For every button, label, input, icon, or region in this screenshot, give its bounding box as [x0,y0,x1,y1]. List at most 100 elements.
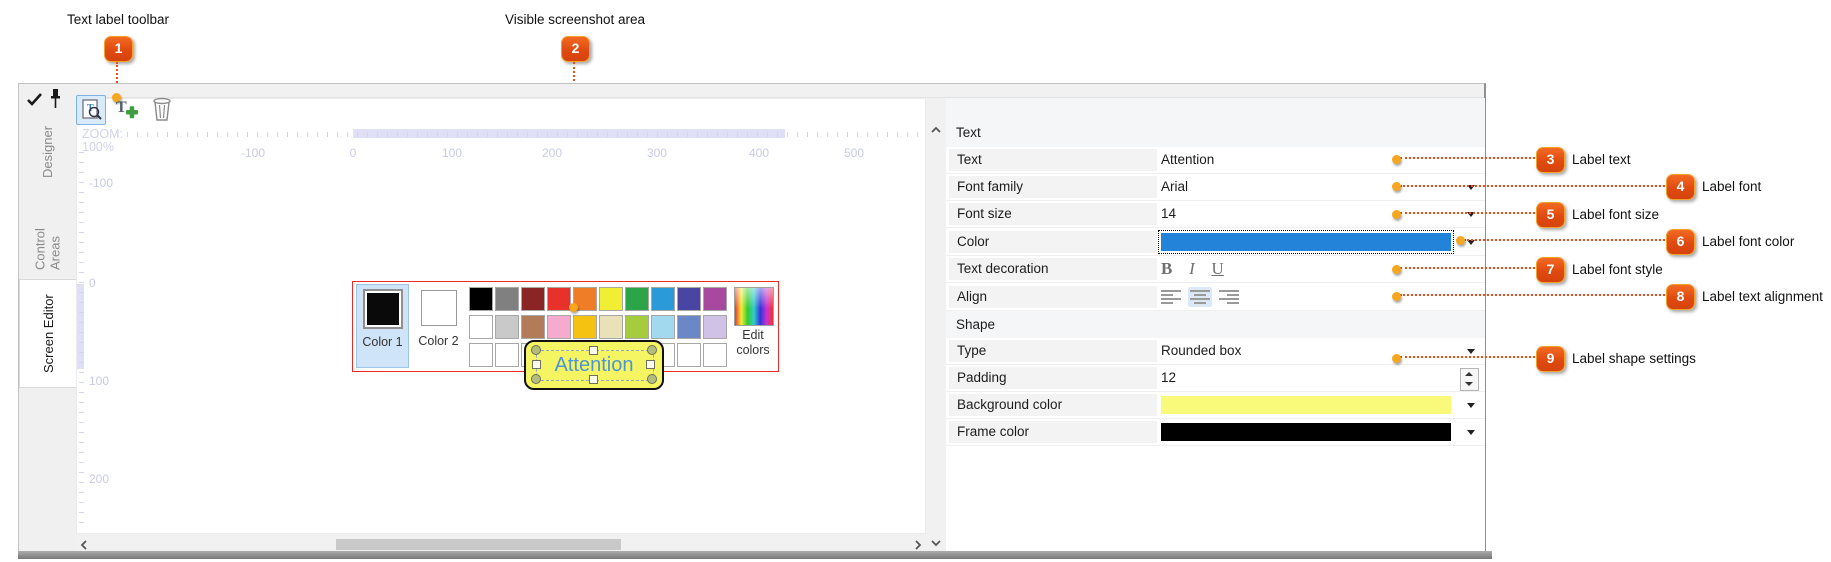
callout-label-9: Label shape settings [1572,351,1696,366]
selection-handle[interactable] [531,345,541,355]
property-row-align: Align [946,284,1485,311]
palette-swatch[interactable] [495,315,519,339]
callout-label-1: Text label toolbar [66,12,170,27]
selection-handle[interactable] [589,375,598,384]
palette-swatch[interactable] [495,287,519,311]
sidebar-tab-designer[interactable]: Designer [19,126,76,178]
chevron-down-icon[interactable] [1467,403,1475,408]
color1-label: Color 1 [362,335,403,349]
edit-colors-swatch[interactable] [734,287,774,326]
callout-label-2: Visible screenshot area [504,12,646,27]
section-header-shape: Shape [946,311,1485,338]
color2-label: Color 2 [418,334,459,348]
palette-swatch[interactable] [677,287,701,311]
text-value-field[interactable]: Attention [1161,147,1214,173]
pin-icon[interactable] [49,88,62,110]
leader-dot-4 [1392,182,1401,191]
callout-label-4: Label font [1702,179,1762,194]
attention-text-label[interactable]: Attention [524,340,664,390]
screen-editor-canvas[interactable]: ZOOM: 100% -100 0 100 200 300 400 500 -10… [76,98,926,534]
ruler-label: -100 [240,146,266,160]
palette-swatch[interactable] [573,315,597,339]
selection-handle[interactable] [532,360,541,369]
window-bottom-shadow [18,551,1492,559]
padding-input[interactable]: 12 [1161,365,1176,391]
selection-handle[interactable] [531,374,541,384]
palette-swatch[interactable] [651,315,675,339]
selection-handle[interactable] [589,346,598,355]
palette-swatch[interactable] [703,287,727,311]
leader-line-6 [1464,239,1665,241]
shape-type-select[interactable]: Rounded box [1161,338,1241,364]
palette-swatch[interactable] [677,343,701,367]
palette-swatch[interactable] [495,343,519,367]
padding-spinner[interactable] [1460,368,1479,391]
callout-badge-1: 1 [104,36,133,62]
italic-button[interactable]: I [1189,259,1195,278]
property-row-padding: Padding 12 [946,365,1485,392]
ruler-label: 500 [843,146,865,160]
palette-swatch[interactable] [599,315,623,339]
font-color-swatch-bar[interactable] [1158,230,1454,254]
section-header-text: Text [946,98,1485,147]
frame-color-swatch-bar[interactable] [1161,423,1451,441]
selection-handle[interactable] [647,345,657,355]
color1-swatch[interactable] [363,289,403,329]
leader-line-5 [1400,212,1535,214]
font-family-select[interactable]: Arial [1161,174,1188,200]
align-left-button[interactable] [1159,287,1183,307]
preview-text-labels-button[interactable]: T [76,95,106,125]
sidebar-tab-control-areas[interactable]: Control Areas [19,194,76,270]
chevron-down-icon[interactable] [1467,349,1475,354]
chevron-down-icon[interactable] [1467,430,1475,435]
palette-swatch[interactable] [599,287,623,311]
background-color-swatch-bar[interactable] [1161,396,1451,414]
property-row-text-decoration: Text decoration B I U [946,256,1485,283]
selection-handle[interactable] [646,360,655,369]
spin-down-icon[interactable] [1465,382,1473,386]
vertical-scrollbar[interactable] [927,121,945,552]
annotated-screenshot: Text label toolbar Visible screenshot ar… [0,0,1831,562]
callout-badge-7: 7 [1536,257,1565,283]
palette-swatch[interactable] [547,287,571,311]
check-icon[interactable] [26,92,43,107]
align-center-button[interactable] [1188,287,1212,307]
hscroll-thumb[interactable] [336,539,621,550]
palette-swatch[interactable] [547,315,571,339]
palette-swatch[interactable] [625,287,649,311]
horizontal-scrollbar[interactable] [76,537,926,552]
palette-swatch[interactable] [469,287,493,311]
selection-handle[interactable] [647,374,657,384]
palette-swatch[interactable] [625,315,649,339]
edit-colors-label: Edit colors [736,328,770,357]
ruler-label: 0 [89,276,96,290]
palette-swatch[interactable] [469,343,493,367]
color1-cell[interactable]: Color 1 [356,284,409,368]
leader-dot-8 [1392,292,1401,301]
bold-button[interactable]: B [1161,259,1172,278]
color2-swatch[interactable] [421,290,457,326]
leader-dot-9 [1392,354,1401,363]
delete-text-label-button[interactable] [151,96,173,123]
callout-badge-9: 9 [1536,346,1565,372]
color2-cell[interactable]: Color 2 [412,284,465,368]
palette-swatch[interactable] [521,315,545,339]
spin-up-icon[interactable] [1465,372,1473,376]
scroll-up-icon[interactable] [931,126,941,134]
palette-swatch[interactable] [651,287,675,311]
palette-swatch[interactable] [469,315,493,339]
callout-label-8: Label text alignment [1702,289,1823,304]
scroll-down-icon[interactable] [931,539,941,547]
palette-swatch[interactable] [703,315,727,339]
palette-swatch[interactable] [521,287,545,311]
scroll-left-icon[interactable] [80,540,88,550]
palette-swatch[interactable] [677,315,701,339]
palette-swatch[interactable] [703,343,727,367]
scroll-right-icon[interactable] [914,540,922,550]
font-size-select[interactable]: 14 [1161,201,1176,227]
ruler-label: 200 [541,146,563,160]
align-right-button[interactable] [1217,287,1241,307]
ruler-label: 0 [349,146,357,160]
underline-button[interactable]: U [1212,259,1224,278]
sidebar-tab-screen-editor[interactable]: Screen Editor [19,279,77,388]
